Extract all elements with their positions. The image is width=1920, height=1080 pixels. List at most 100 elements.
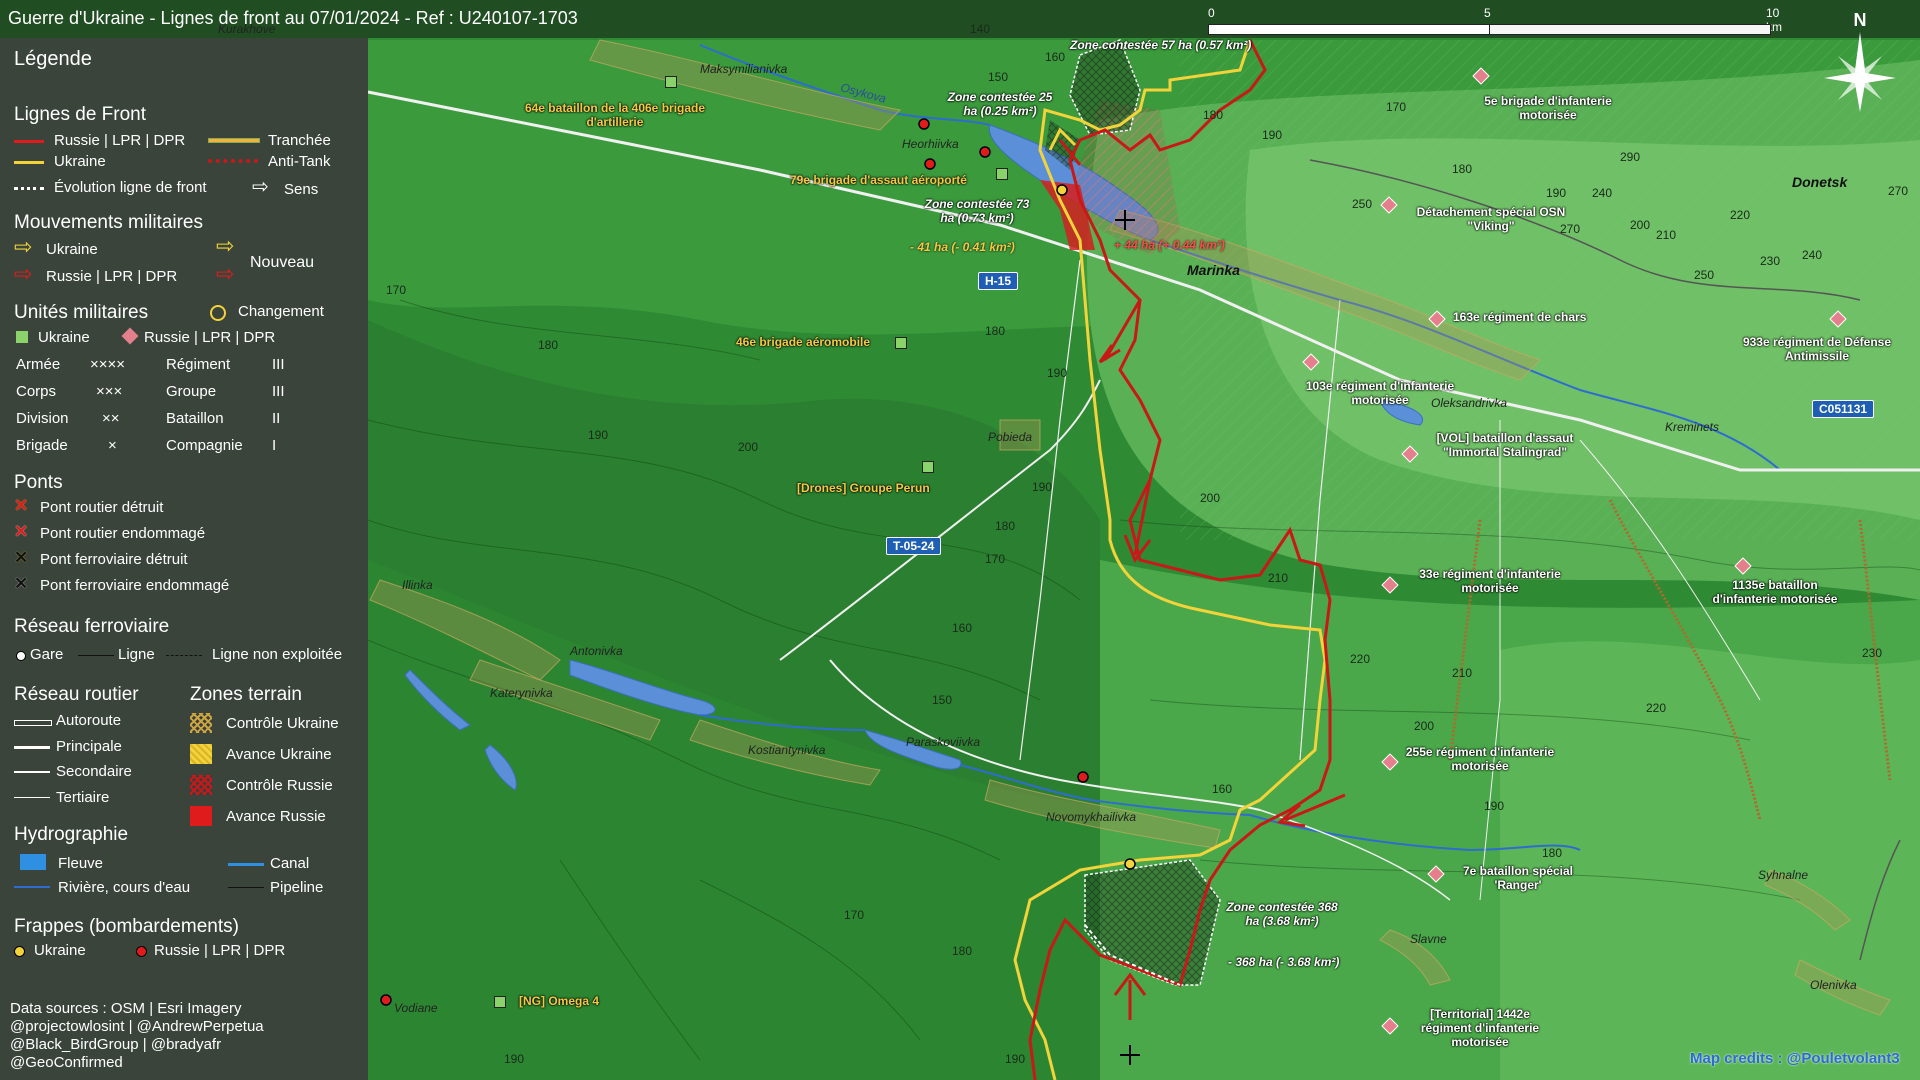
elevation-label: 190 (1005, 1052, 1026, 1066)
russia-arrow-icon: ⇨ (14, 261, 33, 286)
legend-change: Changement (238, 303, 324, 320)
unit-size-battalion: Bataillon (166, 410, 224, 427)
legend-road-2: Principale (56, 738, 122, 755)
ukraine-unit-marker[interactable] (996, 168, 1008, 180)
ukraine-unit-label: 79e brigade d'assaut aéroporté (790, 173, 967, 187)
elevation-label: 190 (1047, 366, 1068, 380)
russia-unit-label: 1135e bataillon d'infanterie motorisée (1712, 578, 1838, 606)
highway-swatch (14, 720, 52, 726)
evolution-line-swatch (14, 187, 44, 190)
town-label: Katerynivka (490, 686, 553, 700)
elevation-label: 210 (1656, 228, 1677, 242)
unit-symbol-company: I (272, 437, 277, 454)
unit-symbol-corps: ××× (96, 383, 123, 400)
change-label: - 368 ha (- 3.68 km²) (1228, 955, 1340, 969)
secondary-road-swatch (14, 771, 50, 773)
elevation-label: 160 (952, 621, 973, 635)
town-label: Heorhiivka (902, 137, 959, 151)
change-label: - 41 ha (- 0.41 km²) (910, 240, 1015, 254)
scale-bar: 0 5 10 km (1208, 6, 1782, 36)
data-sources: Data sources : OSM | Esri Imagery @proje… (10, 1000, 264, 1072)
legend-rail-unused: Ligne non exploitée (212, 646, 343, 663)
elevation-label: 180 (995, 519, 1016, 533)
russia-advance-swatch (190, 806, 212, 826)
scale-segment-2 (1489, 24, 1771, 35)
elevation-label: 200 (1414, 719, 1435, 733)
elevation-label: 160 (1045, 50, 1066, 64)
elevation-label: 140 (970, 22, 991, 36)
russia-unit-label: [Territorial] 1442e régiment d'infanteri… (1420, 1007, 1540, 1049)
elevation-label: 200 (738, 440, 759, 454)
russia-control-swatch (190, 775, 212, 795)
map-view[interactable]: Guerre d'Ukraine - Lignes de front au 07… (0, 0, 1920, 1080)
russia-unit-label: Détachement spécial OSN "Viking" (1416, 205, 1566, 233)
town-label: Antonivka (570, 644, 623, 658)
unit-size-division: Division (16, 410, 69, 427)
legend-movements-heading: Mouvements militaires (14, 212, 203, 233)
elevation-label: 170 (985, 552, 1006, 566)
town-label: Illinka (402, 578, 433, 592)
rail-unused-swatch (166, 655, 202, 656)
russia-unit-label: 255e régiment d'infanterie motorisée (1405, 745, 1555, 773)
elevation-label: 190 (588, 428, 609, 442)
tertiary-road-swatch (14, 797, 50, 798)
ukraine-unit-marker[interactable] (665, 76, 677, 88)
road-bridge-destroyed-icon: ✕ (14, 496, 29, 515)
source-line: @GeoConfirmed (10, 1054, 123, 1071)
ukraine-unit-marker[interactable] (922, 461, 934, 473)
unit-symbol-division: ×× (102, 410, 120, 427)
elevation-label: 150 (932, 693, 953, 707)
ukraine-unit-label: 64e bataillon de la 406e brigade d'artil… (524, 101, 706, 129)
elevation-label: 190 (1032, 480, 1053, 494)
legend-bridge-3: Pont ferroviaire détruit (40, 551, 188, 568)
russia-unit-label: 103e régiment d'infanterie motorisée (1305, 379, 1455, 407)
scale-segment-1 (1208, 24, 1490, 35)
legend-zone-3: Contrôle Russie (226, 777, 333, 794)
legend-ukraine-line: Ukraine (54, 153, 106, 170)
town-label: Marinka (1187, 262, 1240, 278)
unit-symbol-army: ×××× (90, 356, 126, 373)
road-shield-c051131: C051131 (1812, 400, 1875, 418)
legend-movement-ukraine: Ukraine (46, 241, 98, 258)
ukraine-unit-marker[interactable] (895, 337, 907, 349)
elevation-label: 220 (1646, 701, 1667, 715)
town-label: Paraskoviivka (906, 735, 981, 749)
unit-symbol-regiment: III (272, 356, 285, 373)
town-label: Pobieda (988, 430, 1033, 444)
station-icon (16, 651, 26, 661)
legend-road-4: Tertiaire (56, 789, 110, 806)
elevation-label: 270 (1888, 184, 1909, 198)
elevation-label: 170 (844, 908, 865, 922)
new-ukraine-arrow-icon: ⇨ (216, 233, 235, 258)
legend-road-1: Autoroute (56, 712, 122, 729)
legend-hydro-river-big: Fleuve (58, 855, 104, 872)
unit-size-group: Groupe (166, 383, 217, 400)
scale-label-0: 0 (1208, 6, 1215, 20)
town-label: Maksymilianivka (700, 62, 788, 76)
unit-symbol-brigade: × (108, 437, 117, 454)
elevation-label: 190 (1262, 128, 1283, 142)
ukraine-unit-marker[interactable] (494, 996, 506, 1008)
rail-bridge-destroyed-icon: ✕ (14, 548, 29, 567)
legend-rail-heading: Réseau ferroviaire (14, 616, 170, 637)
scale-label-5: 5 (1484, 6, 1491, 20)
elevation-label: 190 (1484, 799, 1505, 813)
elevation-label: 250 (1352, 197, 1373, 211)
unit-size-brigade: Brigade (16, 437, 68, 454)
legend-strike-ukraine: Ukraine (34, 942, 86, 959)
elevation-label: 220 (1730, 208, 1751, 222)
elevation-label: 150 (988, 70, 1009, 84)
elevation-label: 290 (1620, 150, 1641, 164)
ukraine-strike-icon (14, 946, 25, 957)
legend-title: Légende (14, 48, 92, 70)
legend-zones-heading: Zones terrain (190, 684, 302, 705)
ukraine-advance-swatch (190, 744, 212, 764)
russia-unit-label: 7e bataillon spécial 'Ranger' (1462, 864, 1574, 892)
town-label: Novomykhailivka (1046, 810, 1137, 824)
elevation-label: 190 (504, 1052, 525, 1066)
town-label: Olenivka (1810, 978, 1857, 992)
elevation-label: 170 (1386, 100, 1407, 114)
rail-line-swatch (78, 655, 114, 656)
unit-size-regiment: Régiment (166, 356, 231, 373)
ukraine-line-swatch (14, 161, 44, 164)
